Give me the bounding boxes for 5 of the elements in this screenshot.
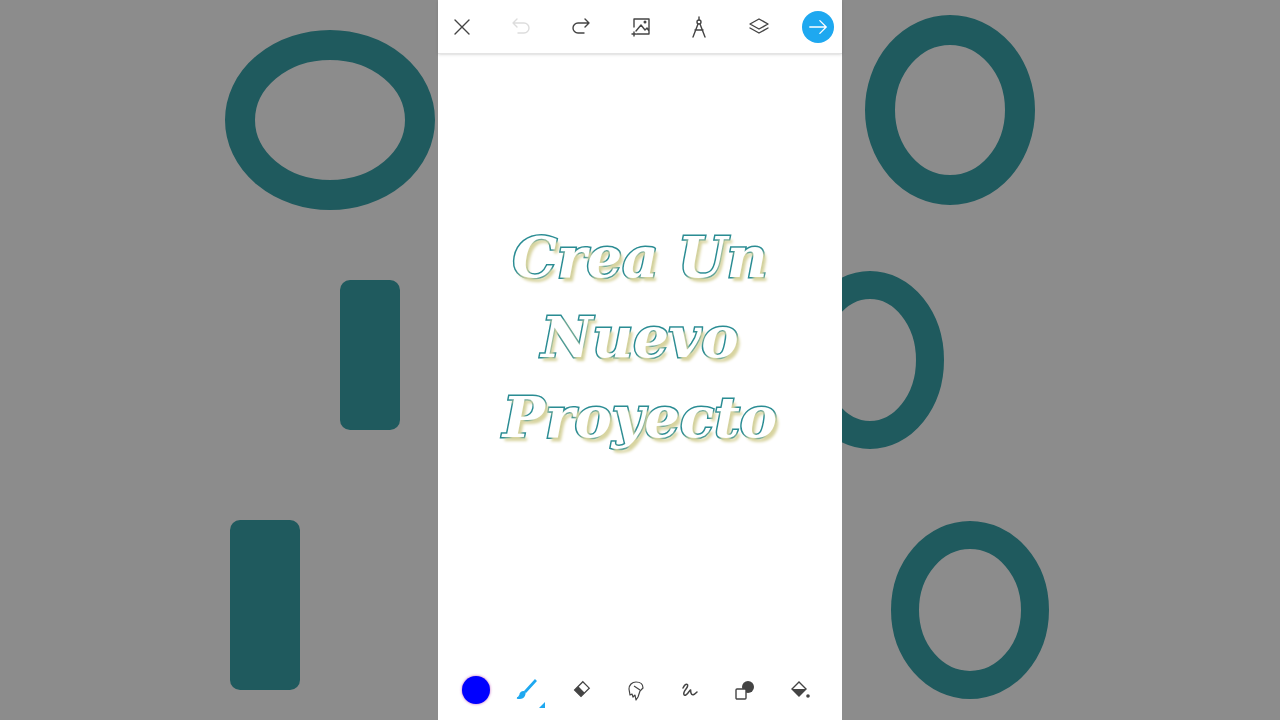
next-button[interactable] (801, 10, 834, 43)
corner-triangle-icon (538, 702, 545, 708)
color-swatch[interactable] (462, 676, 490, 704)
brush-icon (514, 678, 539, 702)
canvas-text-line: Crea Un (512, 223, 768, 292)
